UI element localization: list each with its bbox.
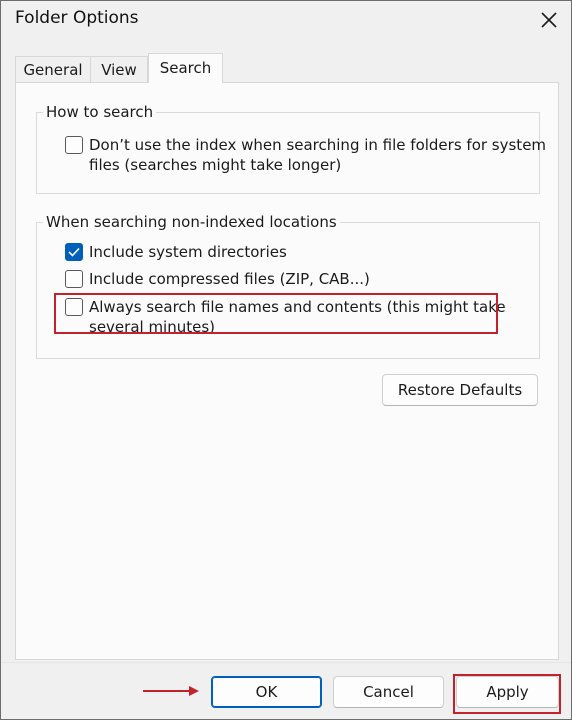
checkmark-icon [68,247,80,257]
dont-use-index-label: Don’t use the index when searching in fi… [89,135,546,175]
non-indexed-locations-group: When searching non-indexed locations Inc… [36,213,540,359]
footer-divider [1,662,571,663]
dont-use-index-label-line2: files (searches might take longer) [89,156,342,174]
arrow-annotation-icon [143,686,199,696]
tab-view[interactable]: View [90,56,148,83]
include-compressed-files-label: Include compressed files (ZIP, CAB...) [89,270,370,288]
restore-defaults-button[interactable]: Restore Defaults [382,374,538,406]
folder-options-dialog: Folder Options General View Search How t… [0,0,572,720]
close-icon [541,12,557,28]
how-to-search-group: How to search Don’t use the index when s… [36,103,546,194]
include-system-directories-label: Include system directories [89,243,287,261]
title-bar: Folder Options [1,1,571,45]
tab-search[interactable]: Search [148,53,223,83]
include-compressed-files-checkbox[interactable] [65,270,83,288]
tab-general[interactable]: General [15,56,91,83]
search-tab-panel: How to search Don’t use the index when s… [15,82,559,660]
dont-use-index-checkbox[interactable] [65,136,83,154]
non-indexed-legend: When searching non-indexed locations [43,213,340,231]
dialog-title: Folder Options [15,8,139,28]
always-search-highlight-annotation [54,293,498,334]
how-to-search-legend: How to search [43,103,157,121]
cancel-button[interactable]: Cancel [333,676,444,708]
apply-highlight-annotation [453,674,561,714]
dont-use-index-label-line1: Don’t use the index when searching in fi… [89,136,547,154]
ok-button[interactable]: OK [211,676,322,708]
close-button[interactable] [533,4,565,36]
include-system-directories-checkbox[interactable] [65,243,83,261]
